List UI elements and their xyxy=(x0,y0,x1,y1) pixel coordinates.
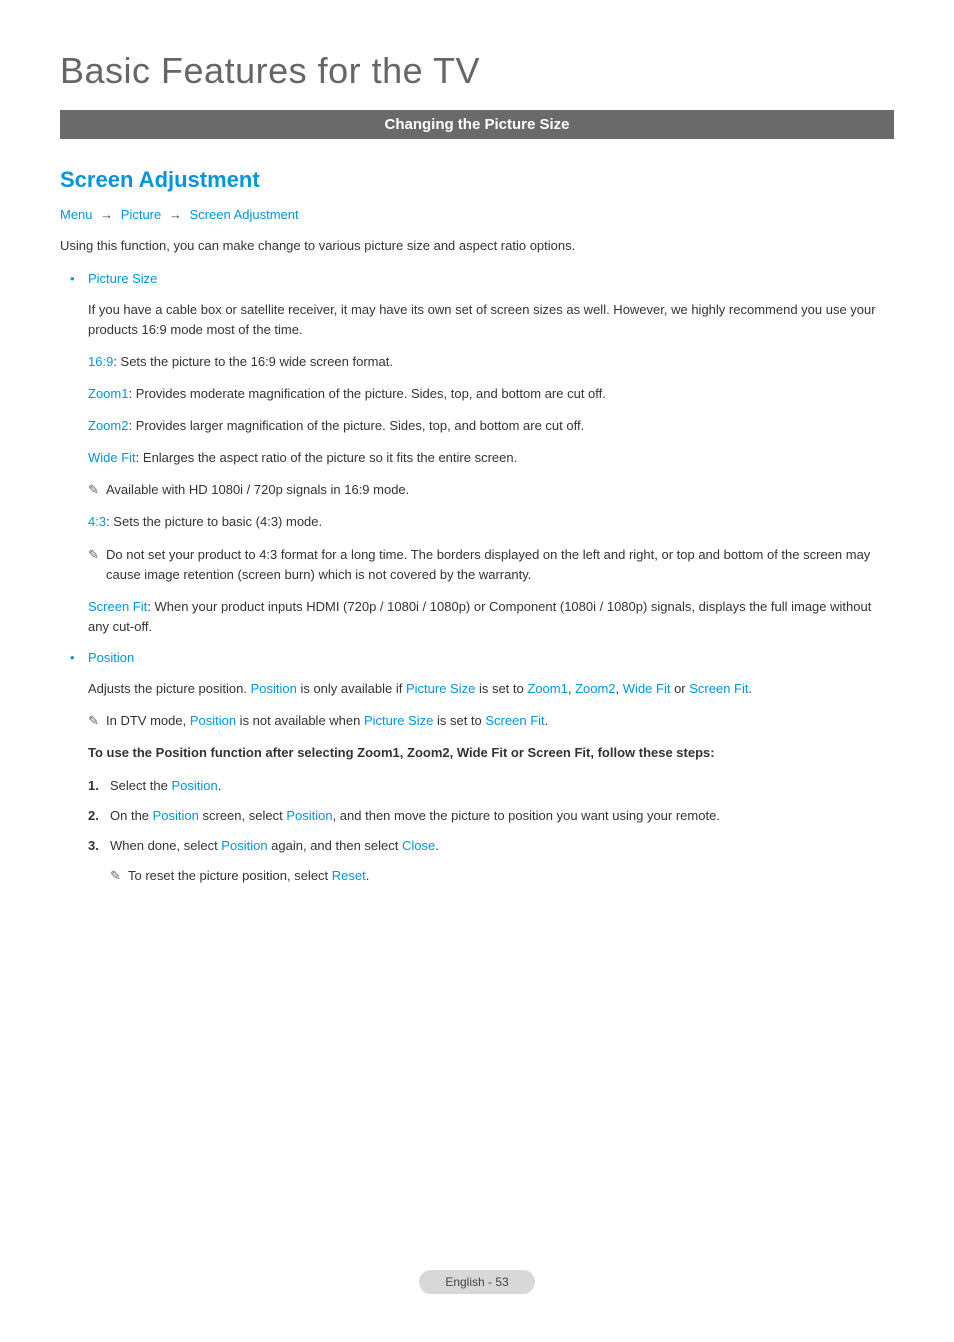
text-span: is set to xyxy=(475,681,527,696)
breadcrumb-menu: Menu xyxy=(60,207,93,222)
arrow-icon: → xyxy=(169,207,182,222)
option-text: : Provides larger magnification of the p… xyxy=(128,418,584,433)
bullet-icon: • xyxy=(70,271,75,286)
position-intro: Adjusts the picture position. Position i… xyxy=(88,679,894,699)
text-span: . xyxy=(749,681,753,696)
breadcrumb-screen-adjustment: Screen Adjustment xyxy=(190,207,299,222)
text-span: In DTV mode, xyxy=(106,713,190,728)
intro-text: Using this function, you can make change… xyxy=(60,236,894,256)
text-blue: Position xyxy=(221,838,267,853)
text-span: . xyxy=(545,713,549,728)
option-label: 16:9 xyxy=(88,354,113,369)
note-icon: ✎ xyxy=(88,480,99,500)
text-span: , xyxy=(568,681,575,696)
note-icon: ✎ xyxy=(88,545,99,565)
note-hd: ✎ Available with HD 1080i / 720p signals… xyxy=(88,480,894,500)
note-dtv: ✎ In DTV mode, Position is not available… xyxy=(88,711,894,731)
text-span: Adjusts the picture position. xyxy=(88,681,251,696)
text-blue: Screen Fit xyxy=(485,713,544,728)
page-footer: English - 53 xyxy=(0,1270,954,1294)
text-blue: Position xyxy=(251,681,297,696)
text-blue: Position xyxy=(153,808,199,823)
note-icon: ✎ xyxy=(88,711,99,731)
text-span: or xyxy=(670,681,689,696)
option-zoom2: Zoom2: Provides larger magnification of … xyxy=(88,416,894,436)
page-number-pill: English - 53 xyxy=(419,1270,534,1294)
note-text: Do not set your product to 4:3 format fo… xyxy=(106,547,870,582)
bullet-position: • Position xyxy=(88,649,894,667)
text-span: again, and then select xyxy=(268,838,402,853)
step-number: 2. xyxy=(88,806,99,826)
option-43: 4:3: Sets the picture to basic (4:3) mod… xyxy=(88,512,894,532)
step-1: 1. Select the Position. xyxy=(88,776,894,796)
text-span: On the xyxy=(110,808,153,823)
note-icon: ✎ xyxy=(110,866,121,886)
text-blue: Picture Size xyxy=(406,681,475,696)
text-blue: Close xyxy=(402,838,435,853)
steps-heading: To use the Position function after selec… xyxy=(88,743,894,763)
option-label: Zoom2 xyxy=(88,418,128,433)
text-span: , xyxy=(616,681,623,696)
option-text: : Enlarges the aspect ratio of the pictu… xyxy=(136,450,518,465)
text-blue: Position xyxy=(286,808,332,823)
bullet-label: Position xyxy=(88,650,134,665)
text-span: To reset the picture position, select xyxy=(128,868,332,883)
text-blue: Screen Fit xyxy=(689,681,748,696)
text-blue: Reset xyxy=(332,868,366,883)
text-span: . xyxy=(218,778,222,793)
bullet-icon: • xyxy=(70,650,75,665)
note-43: ✎ Do not set your product to 4:3 format … xyxy=(88,545,894,585)
text-blue: Position xyxy=(171,778,217,793)
bullet-label: Picture Size xyxy=(88,271,157,286)
text-span: is only available if xyxy=(297,681,406,696)
option-zoom1: Zoom1: Provides moderate magnification o… xyxy=(88,384,894,404)
note-reset: ✎ To reset the picture position, select … xyxy=(110,866,894,886)
text-span: is not available when xyxy=(236,713,364,728)
text-span: When done, select xyxy=(110,838,221,853)
option-text: : When your product inputs HDMI (720p / … xyxy=(88,599,871,634)
text-span: , and then move the picture to position … xyxy=(333,808,720,823)
text-span: is set to xyxy=(433,713,485,728)
option-label: Wide Fit xyxy=(88,450,136,465)
section-bar: Changing the Picture Size xyxy=(60,110,894,139)
option-169: 16:9: Sets the picture to the 16:9 wide … xyxy=(88,352,894,372)
breadcrumb-picture: Picture xyxy=(121,207,161,222)
text-blue: Position xyxy=(190,713,236,728)
option-label: Zoom1 xyxy=(88,386,128,401)
option-label: Screen Fit xyxy=(88,599,147,614)
step-number: 3. xyxy=(88,836,99,856)
text-blue: Zoom1 xyxy=(527,681,567,696)
option-text: : Sets the picture to basic (4:3) mode. xyxy=(106,514,322,529)
step-number: 1. xyxy=(88,776,99,796)
step-3: 3. When done, select Position again, and… xyxy=(88,836,894,856)
option-widefit: Wide Fit: Enlarges the aspect ratio of t… xyxy=(88,448,894,468)
bullet-picture-size: • Picture Size xyxy=(88,270,894,288)
text-span: screen, select xyxy=(199,808,286,823)
section-heading: Screen Adjustment xyxy=(60,167,894,193)
picture-size-intro: If you have a cable box or satellite rec… xyxy=(88,300,894,340)
option-screenfit: Screen Fit: When your product inputs HDM… xyxy=(88,597,894,637)
text-span: . xyxy=(435,838,439,853)
option-text: : Sets the picture to the 16:9 wide scre… xyxy=(113,354,393,369)
breadcrumb: Menu → Picture → Screen Adjustment xyxy=(60,207,894,222)
text-blue: Zoom2 xyxy=(575,681,615,696)
text-span: . xyxy=(366,868,370,883)
step-2: 2. On the Position screen, select Positi… xyxy=(88,806,894,826)
text-blue: Wide Fit xyxy=(623,681,671,696)
arrow-icon: → xyxy=(100,207,113,222)
text-blue: Picture Size xyxy=(364,713,433,728)
note-text: Available with HD 1080i / 720p signals i… xyxy=(106,482,409,497)
page-title: Basic Features for the TV xyxy=(60,50,894,92)
option-label: 4:3 xyxy=(88,514,106,529)
option-text: : Provides moderate magnification of the… xyxy=(128,386,605,401)
text-span: Select the xyxy=(110,778,171,793)
